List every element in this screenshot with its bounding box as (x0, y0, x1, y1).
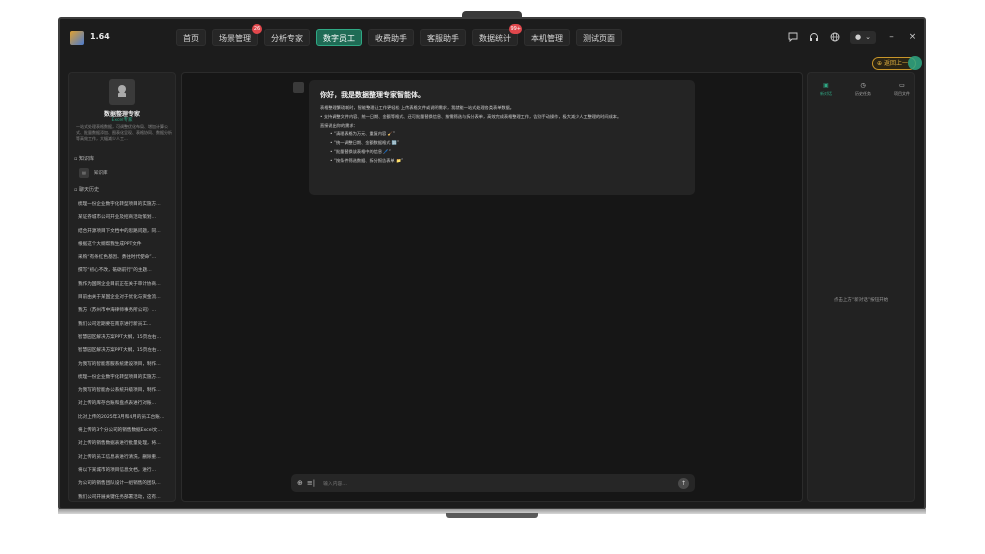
nav-digital-employee[interactable]: 数字员工 (316, 29, 362, 46)
user-menu-button[interactable]: ● ⌄ (850, 31, 876, 44)
welcome-intro: 表格整理繁琐耗时，智能整理让工作更轻松 上传表格文件或说明需求，我就能一站式处理… (320, 105, 514, 110)
knowledge-item[interactable]: ▤ 知识库 (79, 168, 108, 178)
history-item[interactable]: 对上传的员工信息表进行清洗，删除重… (78, 451, 174, 464)
message-icon[interactable] (787, 32, 798, 43)
add-icon[interactable]: ⊕ (297, 479, 303, 487)
history-item[interactable]: 我方（苏州市中海律师事务所公司）… (78, 304, 174, 317)
chat-bubble-icon: ▫ (74, 187, 78, 193)
history-item[interactable]: 我作为国网企业目前正在关于审计协商… (78, 278, 174, 291)
tab-project-files[interactable]: ▭ 项目文件 (894, 83, 910, 97)
nav-local-management[interactable]: 本机管理 (524, 29, 570, 46)
history-item[interactable]: 梳理一份企业数字化转型项目的实施方… (78, 198, 174, 211)
history-item[interactable]: 结合开源项目下文档中的思路问题，同… (78, 225, 174, 238)
history-item[interactable]: 为我写的智能办公系统升级项目，制作… (78, 384, 174, 397)
tab-history-tasks[interactable]: ◷ 历史任务 (855, 83, 871, 97)
example-prompt[interactable]: • “清理表格为万元、重复内容 🧹” (320, 130, 684, 139)
chat-add-icon: ▣ (823, 82, 829, 89)
history-item[interactable]: 比对上传的2025年3月和4月的员工台账… (78, 411, 174, 424)
history-item[interactable]: 我们公司开展关键任务部署活动，这有… (78, 491, 174, 501)
app-logo (70, 31, 84, 45)
history-item[interactable]: 对上传的库存台账和盘点表进行对账… (78, 397, 174, 410)
notification-badge: 26 (252, 24, 262, 34)
history-item[interactable]: 我们公司近期要在南京进行新员工… (78, 318, 174, 331)
welcome-message: 你好，我是数据整理专家智能体。 表格整理繁琐耗时，智能整理让工作更轻松 上传表格… (309, 80, 695, 195)
nav-analysis-expert[interactable]: 分析专家 (264, 29, 310, 46)
nav-customer-service[interactable]: 客服助手 (420, 29, 466, 46)
app-version: 1.64 (90, 32, 110, 41)
clock-icon: ◷ (860, 82, 866, 89)
nav-home[interactable]: 首页 (176, 29, 206, 46)
empty-state-text: 点击上方“新对话”按钮开始 (833, 298, 889, 303)
folder-icon: ▭ (899, 82, 905, 89)
chat-input[interactable]: 输入内容... (319, 480, 674, 487)
example-prompt[interactable]: • “按条件筛选数据、拆分报告表单 📁” (320, 157, 684, 166)
history-item[interactable]: 为公司的销售团队设计一组销售的团队… (78, 477, 174, 490)
agent-sidebar: 数据整理专家 Excel专家 一站式处理表格数据，可调整优化布局、增加计算公式、… (68, 72, 176, 502)
history-item[interactable]: 目前由关于某国企业对于优化与资金流… (78, 291, 174, 304)
chat-panel: 你好，我是数据整理专家智能体。 表格整理繁琐耗时，智能整理让工作更轻松 上传表格… (181, 72, 803, 502)
agent-tag: Excel专家 (111, 118, 133, 123)
back-arrow-icon: ⊕ (877, 60, 883, 67)
tv-stand (446, 513, 538, 518)
user-icon: ● (855, 33, 862, 41)
task-tabs: ▣ 新对话 ◷ 历史任务 ▭ 项目文件 (820, 83, 910, 97)
history-item[interactable]: 根据这个大纲帮我生成PPT文件 (78, 238, 174, 251)
examples-label: 直接说出你的需求： (320, 122, 358, 128)
welcome-title: 你好，我是数据整理专家智能体。 (320, 91, 425, 99)
history-item[interactable]: 梳理一份企业数字化转型项目的实施方… (78, 371, 174, 384)
chat-input-bar: ⊕ ≡| 输入内容... ↑ (291, 474, 695, 492)
main-nav: 首页 场景管理 26 分析专家 数字员工 收费助手 客服助手 数据统计 99+ 本机… (176, 24, 622, 46)
mode-icon[interactable]: ≡| (307, 479, 315, 487)
example-prompt[interactable]: • “批量替换该表格中的信息 🖊️” (320, 148, 684, 157)
history-item[interactable]: 将上传的3个分公司的销售数据Excel文… (78, 424, 174, 437)
window-controls: ● ⌄ – × (787, 31, 918, 44)
top-navigation-bar: 1.64 首页 场景管理 26 分析专家 数字员工 收费助手 客服助手 数据统计 9… (60, 19, 924, 57)
minimize-icon[interactable]: – (886, 32, 897, 43)
app-window: 1.64 首页 场景管理 26 分析专家 数字员工 收费助手 客服助手 数据统计 9… (58, 17, 926, 510)
close-icon[interactable]: × (907, 32, 918, 43)
history-item[interactable]: 撰写“初心不改，砥砺前行”的主题… (78, 264, 174, 277)
chat-bubble-icon: ▫ (74, 156, 78, 162)
history-item[interactable]: 为我写的智能客服系统建设项目，制作… (78, 358, 174, 371)
chevron-down-icon: ⌄ (865, 33, 871, 41)
nav-billing-assistant[interactable]: 收费助手 (368, 29, 414, 46)
welcome-bullet: • 支持调整文件内容、统一日期、金额等格式、还可批量替换信息、按需筛选与拆分表单… (320, 113, 622, 119)
example-prompt[interactable]: • “统一调整日期、金额数据格式 🔢” (320, 139, 684, 148)
nav-scene-management[interactable]: 场景管理 26 (212, 24, 262, 46)
headset-icon[interactable] (808, 32, 819, 43)
knowledge-section-label: ▫ 知识库 (74, 156, 94, 162)
history-item[interactable]: 采购“有条红色基因、勇往时代使命”… (78, 251, 174, 264)
chat-history-list: 梳理一份企业数字化转型项目的实施方… 某证券城市公司开业及招商活动策划… 结合开… (78, 198, 174, 501)
tab-new-chat[interactable]: ▣ 新对话 (820, 83, 832, 97)
agent-message-avatar (293, 82, 304, 93)
agent-description: 一站式处理表格数据，可调整优化布局、增加计算公式、批量数据添加、图表化呈现、表格… (76, 124, 172, 141)
history-item[interactable]: 将以下某城市的项目信息文档，进行… (78, 464, 174, 477)
nav-data-statistics[interactable]: 数据统计 99+ (472, 24, 522, 46)
globe-icon[interactable] (829, 32, 840, 43)
floating-assistant-icon[interactable] (908, 56, 922, 70)
database-icon: ▤ (79, 168, 89, 178)
notification-badge: 99+ (509, 24, 522, 34)
history-item[interactable]: 智慧园区解决方案PPT大纲，15页左右… (78, 331, 174, 344)
task-panel: ▣ 新对话 ◷ 历史任务 ▭ 项目文件 点击上方“新对话”按钮开始 (807, 72, 915, 502)
history-item[interactable]: 智慧园区解决方案PPT大纲，15页左右… (78, 344, 174, 357)
history-item[interactable]: 对上传的销售数据表进行批量处理，将… (78, 437, 174, 450)
nav-test-page[interactable]: 测试页面 (576, 29, 622, 46)
send-button[interactable]: ↑ (678, 477, 689, 489)
agent-avatar (109, 79, 135, 105)
history-item[interactable]: 某证券城市公司开业及招商活动策划… (78, 211, 174, 224)
history-section-label: ▫ 聊天历史 (74, 187, 99, 193)
